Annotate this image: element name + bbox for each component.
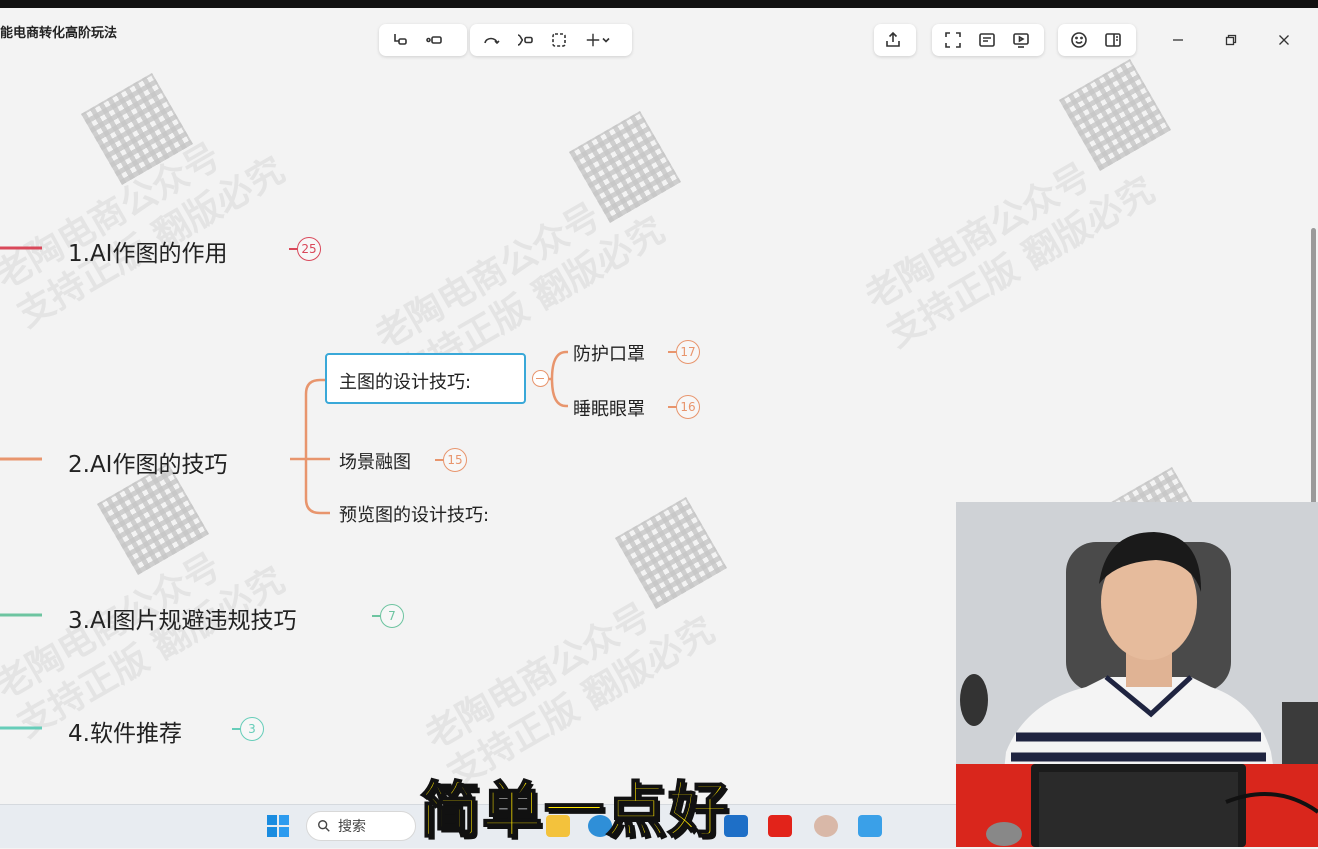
leaf-sleep-mask[interactable]: 睡眠眼罩 — [573, 395, 645, 421]
subtopic-main-image-tips[interactable]: 主图的设计技巧: — [339, 368, 471, 394]
webcam-overlay — [956, 502, 1318, 847]
search-icon — [318, 820, 330, 832]
collapse-toggle-button[interactable] — [532, 370, 549, 387]
topic-2[interactable]: 2.AI作图的技巧 — [68, 445, 227, 479]
taskbar-search[interactable]: 搜索 — [306, 811, 416, 841]
topic-4[interactable]: 4.软件推荐 — [68, 714, 182, 748]
avatar-app-icon[interactable] — [814, 815, 838, 837]
topic-3[interactable]: 3.AI图片规避违规技巧 — [68, 601, 296, 635]
leaf-protective-mask-count-badge[interactable]: 17 — [668, 340, 700, 364]
subtopic-preview-tips[interactable]: 预览图的设计技巧: — [339, 501, 489, 527]
branch-line-leaves — [549, 350, 568, 408]
subtopic-scene-blend-count-badge[interactable]: 15 — [435, 448, 467, 472]
leaf-protective-mask[interactable]: 防护口罩 — [573, 340, 645, 366]
topic-3-count-badge[interactable]: 7 — [372, 604, 404, 628]
leaf-sleep-mask-count-badge[interactable]: 16 — [668, 395, 700, 419]
windows-start-icon[interactable] — [266, 814, 290, 838]
topic-1[interactable]: 1.AI作图的作用 — [68, 234, 227, 268]
subtopic-scene-blend[interactable]: 场景融图 — [339, 448, 411, 474]
topic-4-count-badge[interactable]: 3 — [232, 717, 264, 741]
photos-icon[interactable] — [858, 815, 882, 837]
presenter-video — [956, 502, 1318, 847]
taskbar-search-label: 搜索 — [338, 819, 366, 835]
topic-1-count-badge[interactable]: 25 — [289, 237, 321, 261]
branch-line-subtopics — [290, 378, 330, 515]
video-caption: 简单一点好 — [419, 775, 730, 847]
app-red-icon[interactable] — [768, 815, 792, 837]
